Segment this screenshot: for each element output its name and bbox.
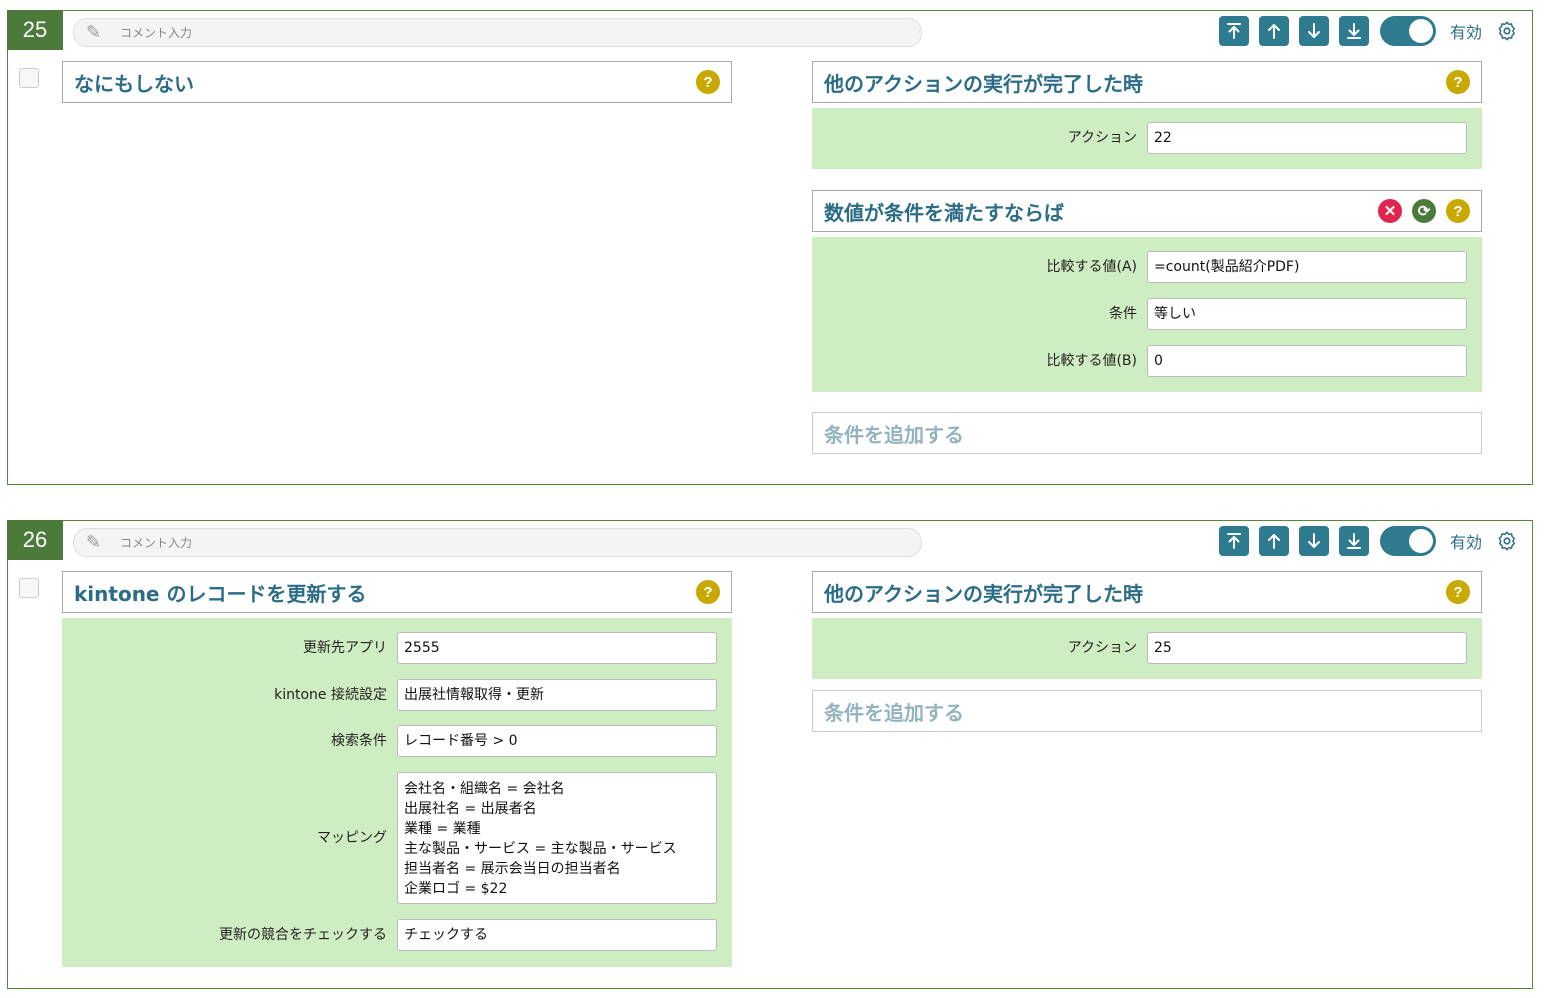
toggle-knob [1408,19,1433,43]
move-bottom-button[interactable] [1338,526,1369,556]
field-label: kintone 接続設定 [274,687,387,703]
step-number: 26 [7,520,63,560]
condition-settings-panel: 比較する値(A) =count(製品紹介PDF) 条件 等しい 比較する値(B)… [812,237,1482,392]
field-label: 比較する値(B) [1046,353,1137,369]
trigger-title: 他のアクションの実行が完了した時 [824,581,1143,606]
field-row: 更新の競合をチェックする チェックする [62,919,732,951]
trigger-block-header[interactable]: 他のアクションの実行が完了した時 ? [812,571,1482,613]
action-settings-panel: 更新先アプリ 2555 kintone 接続設定 出展社情報取得・更新 検索条件… [62,618,732,967]
refresh-icon[interactable]: ⟳ [1412,199,1436,223]
compare-value-b-field[interactable]: 0 [1147,345,1467,377]
move-bottom-icon [1346,533,1361,549]
field-row: 条件 等しい [812,298,1482,330]
field-row: 更新先アプリ 2555 [62,632,732,664]
action-field[interactable]: 22 [1147,122,1467,154]
field-label: マッピング [317,830,387,846]
delete-icon[interactable]: ✕ [1378,199,1402,223]
enabled-label: 有効 [1449,23,1482,42]
field-row: kintone 接続設定 出展社情報取得・更新 [62,679,732,711]
move-up-button[interactable] [1258,16,1289,46]
field-row: 比較する値(A) =count(製品紹介PDF) [812,251,1482,283]
step-number: 25 [7,10,63,50]
comment-placeholder: コメント入力 [120,536,193,550]
select-checkbox[interactable] [19,68,39,88]
condition-title: 数値が条件を満たすならば [824,200,1064,225]
connection-setting-field[interactable]: 出展社情報取得・更新 [397,679,717,711]
move-down-button[interactable] [1298,16,1329,46]
help-icon[interactable]: ? [696,580,720,604]
toggle-knob [1408,529,1433,553]
add-condition-button[interactable]: 条件を追加する [812,690,1482,732]
action-title: なにもしない [74,71,194,96]
comment-input[interactable]: ✎ コメント入力 [73,18,922,47]
move-down-button[interactable] [1298,526,1329,556]
field-label: 検索条件 [331,733,387,749]
comment-placeholder: コメント入力 [120,26,193,40]
action-title: kintone のレコードを更新する [74,581,367,606]
condition-field[interactable]: 等しい [1147,298,1467,330]
enabled-toggle[interactable] [1379,526,1436,556]
move-top-icon [1226,533,1241,549]
field-row: アクション 22 [812,122,1482,154]
trigger-settings-panel: アクション 22 [812,108,1482,169]
field-label: 更新の競合をチェックする [219,927,387,943]
move-bottom-button[interactable] [1338,16,1369,46]
field-label: アクション [1067,130,1137,146]
move-down-icon [1307,533,1320,548]
enabled-label: 有効 [1449,533,1482,552]
gear-icon[interactable] [1496,20,1518,42]
search-condition-field[interactable]: レコード番号 > 0 [397,725,717,757]
add-condition-button[interactable]: 条件を追加する [812,412,1482,454]
field-label: 更新先アプリ [303,640,387,656]
select-checkbox[interactable] [19,578,39,598]
field-row: 検索条件 レコード番号 > 0 [62,725,732,757]
move-up-icon [1267,24,1280,39]
move-top-button[interactable] [1218,526,1249,556]
conflict-check-field[interactable]: チェックする [397,919,717,951]
move-top-button[interactable] [1218,16,1249,46]
field-row: 比較する値(B) 0 [812,345,1482,377]
step-toolbar: 有効 [1209,16,1518,46]
help-icon[interactable]: ? [696,70,720,94]
field-label: 比較する値(A) [1046,259,1137,275]
help-icon[interactable]: ? [1446,70,1470,94]
field-label: アクション [1067,640,1137,656]
comment-input[interactable]: ✎ コメント入力 [73,528,922,557]
pencil-icon: ✎ [86,531,102,553]
step-card-25: 25 ✎ コメント入力 有効 なにもしない ? 他のアクションの実行が完了した時… [7,10,1533,485]
pencil-icon: ✎ [86,21,102,43]
move-down-icon [1307,23,1320,38]
field-label: 条件 [1109,306,1137,322]
move-top-icon [1226,23,1241,39]
step-toolbar: 有効 [1209,526,1518,556]
mapping-field[interactable]: 会社名・組織名 = 会社名 出展社名 = 出展者名 業種 = 業種 主な製品・サ… [397,772,717,904]
help-icon[interactable]: ? [1446,580,1470,604]
move-up-button[interactable] [1258,526,1289,556]
compare-value-a-field[interactable]: =count(製品紹介PDF) [1147,251,1467,283]
field-row: マッピング 会社名・組織名 = 会社名 出展社名 = 出展者名 業種 = 業種 … [62,772,732,904]
trigger-title: 他のアクションの実行が完了した時 [824,71,1143,96]
move-up-icon [1267,534,1280,549]
field-row: アクション 25 [812,632,1482,664]
condition-block-header[interactable]: 数値が条件を満たすならば ✕ ⟳ ? [812,190,1482,232]
target-app-field[interactable]: 2555 [397,632,717,664]
trigger-block-header[interactable]: 他のアクションの実行が完了した時 ? [812,61,1482,103]
trigger-settings-panel: アクション 25 [812,618,1482,679]
gear-icon[interactable] [1496,530,1518,552]
step-card-26: 26 ✎ コメント入力 有効 kintone のレコードを更新する ? 更新先ア… [7,520,1533,989]
action-field[interactable]: 25 [1147,632,1467,664]
help-icon[interactable]: ? [1446,199,1470,223]
action-block-header[interactable]: なにもしない ? [62,61,732,103]
action-block-header[interactable]: kintone のレコードを更新する ? [62,571,732,613]
move-bottom-icon [1346,23,1361,39]
enabled-toggle[interactable] [1379,16,1436,46]
